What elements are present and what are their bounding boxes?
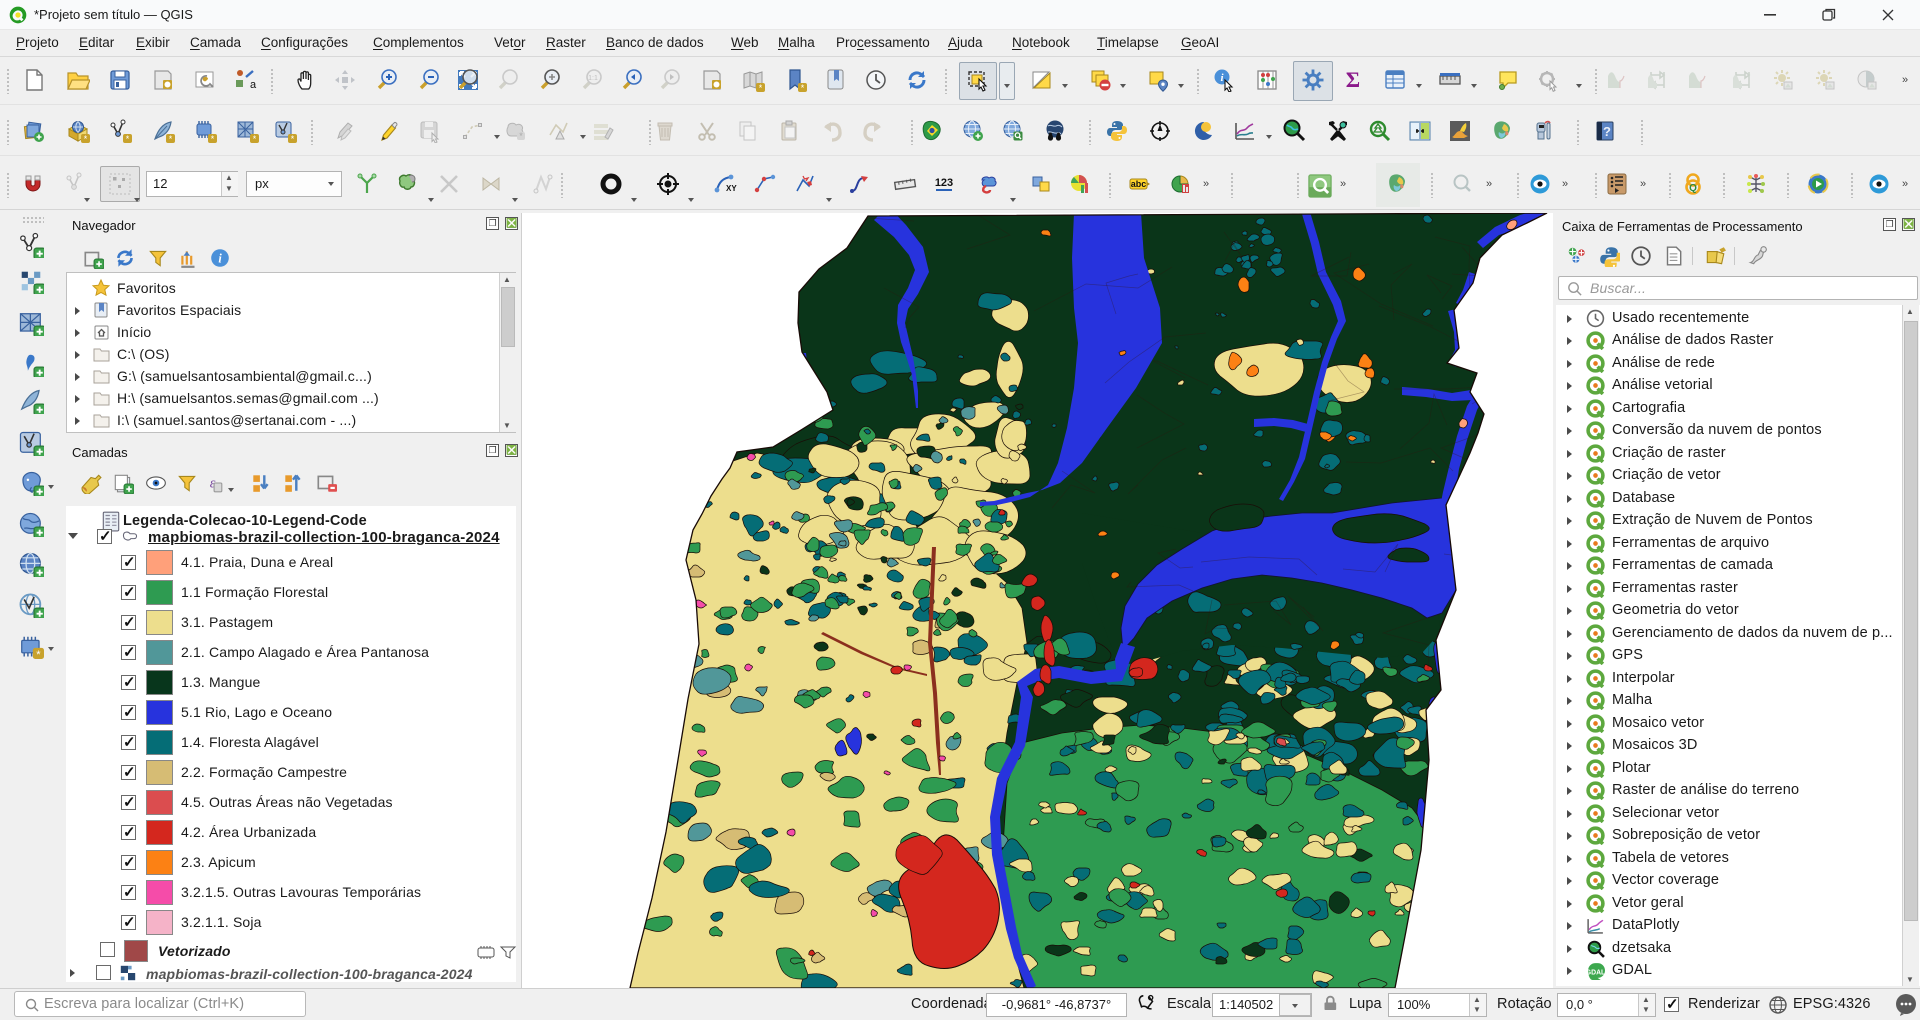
svg-text:*: *	[169, 134, 173, 143]
svg-text:*: *	[36, 649, 41, 659]
svg-text:*: *	[519, 131, 523, 141]
svg-text:a: a	[250, 79, 257, 91]
svg-text:Q: Q	[1689, 183, 1697, 194]
svg-text:Σ: Σ	[1346, 68, 1360, 92]
svg-text:*: *	[759, 83, 763, 92]
svg-text:*: *	[291, 134, 295, 143]
svg-text:123: 123	[935, 177, 953, 189]
svg-text:*: *	[801, 83, 805, 92]
svg-text:1:1: 1:1	[588, 75, 598, 82]
svg-text:*: *	[253, 134, 257, 143]
svg-text:abc: abc	[1131, 179, 1147, 189]
svg-text:*: *	[84, 134, 88, 143]
svg-text:GDAL: GDAL	[1586, 970, 1605, 977]
svg-text:*: *	[211, 134, 215, 143]
svg-text:*: *	[126, 134, 130, 143]
svg-text:XY: XY	[726, 184, 737, 193]
svg-text:?: ?	[1603, 124, 1611, 139]
